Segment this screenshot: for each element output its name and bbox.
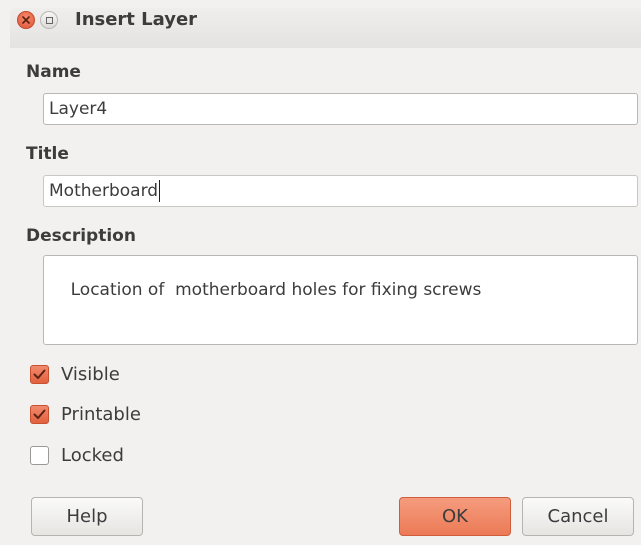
name-field-value: Layer4 (49, 99, 108, 119)
title-label: Title (26, 144, 69, 164)
name-label: Name (26, 62, 81, 82)
cancel-button[interactable]: Cancel (522, 497, 634, 536)
locked-checkbox[interactable] (30, 445, 49, 465)
maximize-icon[interactable] (40, 11, 58, 29)
checkmark-icon (33, 409, 46, 419)
printable-option[interactable]: Printable (30, 402, 141, 426)
visible-label: Visible (61, 363, 120, 385)
text-caret (159, 180, 161, 202)
insert-layer-dialog: Insert Layer Name Layer4 Title Motherboa… (0, 0, 641, 545)
description-field[interactable]: Location of motherboard holes for fixing… (43, 255, 638, 345)
title-field[interactable]: Motherboard (43, 175, 638, 207)
printable-checkbox[interactable] (30, 404, 49, 424)
close-glyph (22, 16, 30, 24)
locked-option[interactable]: Locked (30, 443, 124, 467)
visible-option[interactable]: Visible (30, 362, 120, 386)
description-label: Description (26, 226, 136, 246)
printable-label: Printable (61, 403, 141, 425)
close-icon[interactable] (17, 11, 35, 29)
title-field-value: Motherboard (49, 181, 159, 201)
help-button[interactable]: Help (31, 497, 143, 536)
maximize-glyph (45, 16, 53, 24)
name-field[interactable]: Layer4 (43, 93, 638, 125)
checkmark-icon (33, 369, 46, 379)
locked-label: Locked (61, 444, 124, 466)
window-title: Insert Layer (75, 9, 198, 30)
visible-checkbox[interactable] (30, 364, 49, 384)
description-field-value: Location of motherboard holes for fixing… (70, 280, 482, 300)
ok-button[interactable]: OK (399, 497, 511, 536)
